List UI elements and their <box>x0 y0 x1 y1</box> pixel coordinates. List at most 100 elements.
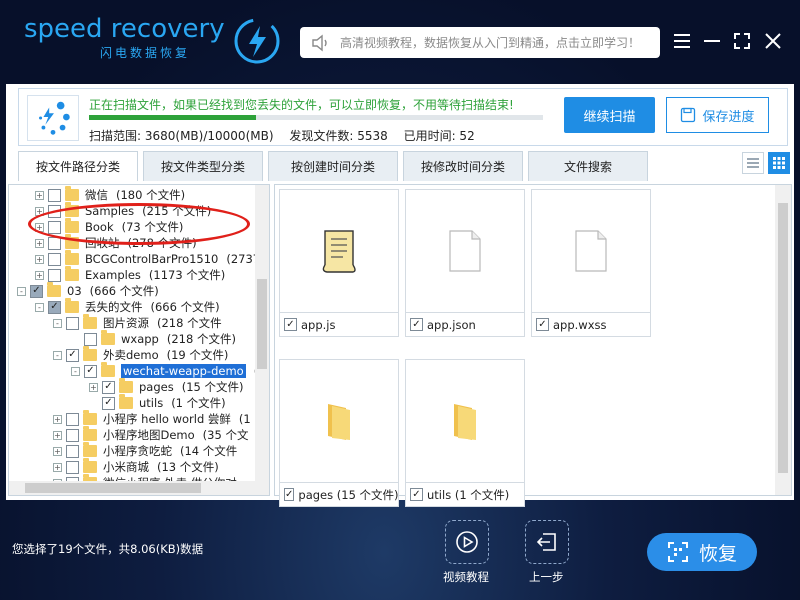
tree-item-label: 小程序 hello world 尝鲜 <box>103 412 231 426</box>
logo-text: speed recovery <box>24 14 225 44</box>
tree-checkbox[interactable] <box>48 300 61 314</box>
document-icon <box>575 230 607 272</box>
expand-icon[interactable]: + <box>53 446 62 456</box>
expand-icon[interactable]: + <box>35 270 44 280</box>
collapse-icon[interactable]: - <box>71 366 80 376</box>
file-tile[interactable]: app.js <box>279 189 399 337</box>
tree-row[interactable]: -wechat-weapp-demo(1 <box>71 362 266 379</box>
grid-icon <box>773 157 785 169</box>
tree-vertical-scrollbar[interactable] <box>255 185 269 481</box>
tab-by-modified-time[interactable]: 按修改时间分类 <box>403 151 523 181</box>
tree-row[interactable]: + 小程序贪吃蛇 (14 个文件 <box>53 442 237 459</box>
tree-item-count: (180 个文件) <box>116 188 186 202</box>
tree-item-label: utils <box>139 396 164 410</box>
tree-checkbox[interactable] <box>66 444 79 458</box>
expand-icon[interactable]: + <box>53 462 62 472</box>
tree-row[interactable]: - 丢失的文件 (666 个文件) <box>35 298 220 315</box>
close-icon[interactable] <box>762 30 784 52</box>
tree-checkbox[interactable] <box>102 380 115 394</box>
tree-row[interactable]: + pages (15 个文件) <box>89 378 243 395</box>
expand-icon[interactable]: + <box>53 430 62 440</box>
tutorial-search-box[interactable]: 高清视频教程，数据恢复从入门到精通，点击立即学习！ <box>300 27 660 58</box>
expand-icon[interactable]: + <box>35 190 44 200</box>
file-checkbox[interactable] <box>410 488 423 501</box>
tree-row[interactable]: - 03 (666 个文件) <box>17 282 159 299</box>
tree-row[interactable]: - 图片资源 (218 个文件 <box>53 314 222 331</box>
tree-item-label: wxapp <box>121 332 159 346</box>
grid-view-button[interactable] <box>768 152 790 174</box>
tree-row[interactable]: + Examples (1173 个文件) <box>35 266 225 283</box>
file-checkbox[interactable] <box>536 318 549 331</box>
tab-by-path[interactable]: 按文件路径分类 <box>18 151 138 181</box>
tree-row[interactable]: utils (1 个文件) <box>89 394 226 411</box>
recover-button[interactable]: 恢复 <box>647 533 757 571</box>
folder-icon <box>83 314 97 329</box>
tree-item-label: 丢失的文件 <box>85 300 143 314</box>
collapse-icon[interactable]: - <box>53 318 62 328</box>
file-name-row: app.wxss <box>532 312 650 336</box>
logo-subtitle: 闪电数据恢复 <box>100 46 191 60</box>
file-tile[interactable]: app.json <box>405 189 525 337</box>
file-tile[interactable]: app.wxss <box>531 189 651 337</box>
file-grid-scrollbar[interactable] <box>775 185 791 495</box>
tree-checkbox[interactable] <box>66 460 79 474</box>
collapse-icon[interactable]: - <box>53 350 62 360</box>
menu-icon[interactable] <box>671 30 693 52</box>
tab-file-search[interactable]: 文件搜索 <box>528 151 648 181</box>
save-icon <box>681 107 696 123</box>
tree-checkbox[interactable] <box>48 188 61 202</box>
tree-checkbox[interactable] <box>84 332 97 346</box>
tree-item-label: Examples <box>85 268 141 282</box>
tab-by-created-time[interactable]: 按创建时间分类 <box>268 151 398 181</box>
file-checkbox[interactable] <box>284 318 297 331</box>
view-toggle <box>742 152 790 174</box>
folder-icon <box>65 298 79 313</box>
save-progress-button[interactable]: 保存进度 <box>666 97 769 133</box>
file-thumbnail <box>406 360 524 482</box>
collapse-icon[interactable]: - <box>17 286 26 296</box>
file-thumbnail <box>280 360 398 482</box>
expand-icon[interactable]: + <box>35 254 44 264</box>
video-tutorial-button[interactable] <box>445 520 489 564</box>
file-name: app.json <box>427 317 476 332</box>
list-view-button[interactable] <box>742 152 764 174</box>
folder-icon <box>83 346 97 361</box>
tree-checkbox[interactable] <box>30 284 43 298</box>
file-checkbox[interactable] <box>284 488 295 501</box>
expand-icon[interactable]: + <box>35 238 44 248</box>
tree-checkbox[interactable] <box>102 396 115 410</box>
tree-checkbox[interactable] <box>84 364 97 378</box>
tutorial-search-text: 高清视频教程，数据恢复从入门到精通，点击立即学习！ <box>340 36 641 50</box>
tree-item-label: 微信 <box>85 188 108 202</box>
tree-checkbox[interactable] <box>48 268 61 282</box>
tree-horizontal-scrollbar[interactable] <box>9 481 269 495</box>
tree-checkbox[interactable] <box>66 428 79 442</box>
tree-checkbox[interactable] <box>66 316 79 330</box>
back-label: 上一步 <box>529 570 564 584</box>
tree-row[interactable]: + 小程序地图Demo (35 个文 <box>53 426 248 443</box>
tree-row[interactable]: wxapp (218 个文件) <box>71 330 236 347</box>
tree-row[interactable]: + 小程序 hello world 尝鲜 (1 <box>53 410 251 427</box>
tree-checkbox[interactable] <box>48 252 61 266</box>
file-tile[interactable]: utils (1 个文件) <box>405 359 525 507</box>
expand-icon[interactable]: + <box>53 414 62 424</box>
file-checkbox[interactable] <box>410 318 423 331</box>
tree-checkbox[interactable] <box>66 348 79 362</box>
tree-row[interactable]: + 小米商城 (13 个文件) <box>53 458 219 475</box>
file-tile[interactable]: pages (15 个文件) <box>279 359 399 507</box>
tab-by-type[interactable]: 按文件类型分类 <box>143 151 263 181</box>
continue-scan-button[interactable]: 继续扫描 <box>564 97 655 133</box>
scanning-icon <box>27 95 79 141</box>
tree-checkbox[interactable] <box>66 412 79 426</box>
folder-icon <box>101 362 115 377</box>
tree-row[interactable]: +BCGControlBarPro1510(2737 个 <box>35 250 269 267</box>
maximize-icon[interactable] <box>731 30 753 52</box>
tree-row[interactable]: - 外卖demo (19 个文件) <box>53 346 228 363</box>
tree-item-count: (666 个文件) <box>89 284 159 298</box>
collapse-icon[interactable]: - <box>35 302 44 312</box>
minimize-icon[interactable] <box>701 30 723 52</box>
expand-icon[interactable]: + <box>89 382 98 392</box>
tree-row[interactable]: + 微信 (180 个文件) <box>35 186 186 203</box>
tree-item-count: (13 个文件) <box>157 460 219 474</box>
back-button[interactable] <box>525 520 569 564</box>
